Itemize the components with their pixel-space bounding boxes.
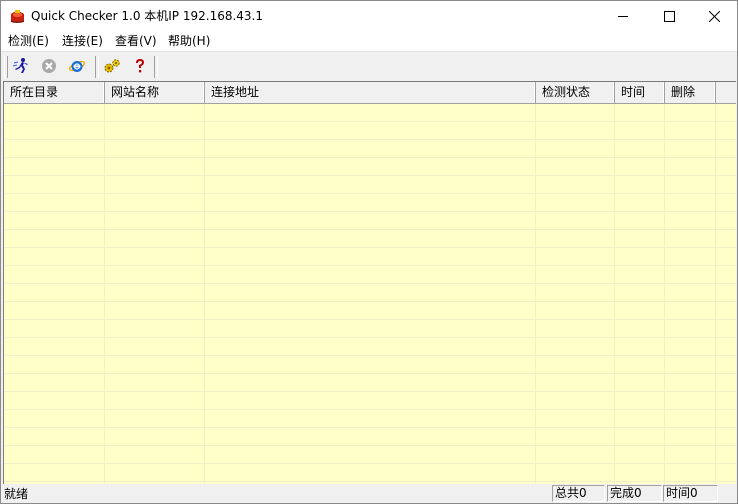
column-delete[interactable]: 删除 [665,82,716,103]
ie-browser-button[interactable] [66,55,88,77]
app-icon [11,10,24,23]
column-directory[interactable]: 所在目录 [4,82,105,103]
start-check-button[interactable] [10,55,32,77]
list-body[interactable] [4,104,736,484]
site-list[interactable]: 所在目录 网站名称 连接地址 检测状态 时间 删除 [3,81,736,484]
status-done: 完成0 [607,485,662,502]
menu-view[interactable]: 查看(V) [115,33,157,49]
minimize-button[interactable] [600,1,646,31]
runner-icon [12,58,28,73]
column-url[interactable]: 连接地址 [205,82,536,103]
toolbar [1,52,737,81]
internet-explorer-icon [68,60,86,72]
menu-bar: 检测(E) 连接(E) 查看(V) 帮助(H) [1,31,737,52]
menu-check[interactable]: 检测(E) [8,33,49,49]
toolbar-separator [154,56,158,78]
maximize-icon [663,10,675,22]
minimize-icon [617,15,628,17]
status-total: 总共0 [552,485,605,502]
maximize-button[interactable] [646,1,692,31]
status-bar: 就绪 总共0 完成0 时间0 [1,484,737,503]
status-text: 就绪 [4,487,29,501]
gears-icon [104,59,120,73]
close-icon [708,10,720,22]
stop-icon [42,59,56,73]
settings-button[interactable] [101,55,123,77]
column-status[interactable]: 检测状态 [536,82,615,103]
column-time[interactable]: 时间 [615,82,665,103]
column-site-name[interactable]: 网站名称 [105,82,205,103]
list-header: 所在目录 网站名称 连接地址 检测状态 时间 删除 [4,82,736,104]
menu-help[interactable]: 帮助(H) [168,33,210,49]
menu-connect[interactable]: 连接(E) [62,33,103,49]
toolbar-separator [95,56,99,78]
help-button[interactable] [129,55,151,77]
stop-button[interactable] [38,55,60,77]
status-time: 时间0 [663,485,718,502]
close-button[interactable] [691,1,737,31]
window-title: Quick Checker 1.0 本机IP 192.168.43.1 [31,9,264,23]
title-bar[interactable]: Quick Checker 1.0 本机IP 192.168.43.1 [1,1,737,31]
help-question-icon [136,59,144,73]
app-window: Quick Checker 1.0 本机IP 192.168.43.1 检测(E… [0,0,738,504]
toolbar-grip [4,56,8,78]
